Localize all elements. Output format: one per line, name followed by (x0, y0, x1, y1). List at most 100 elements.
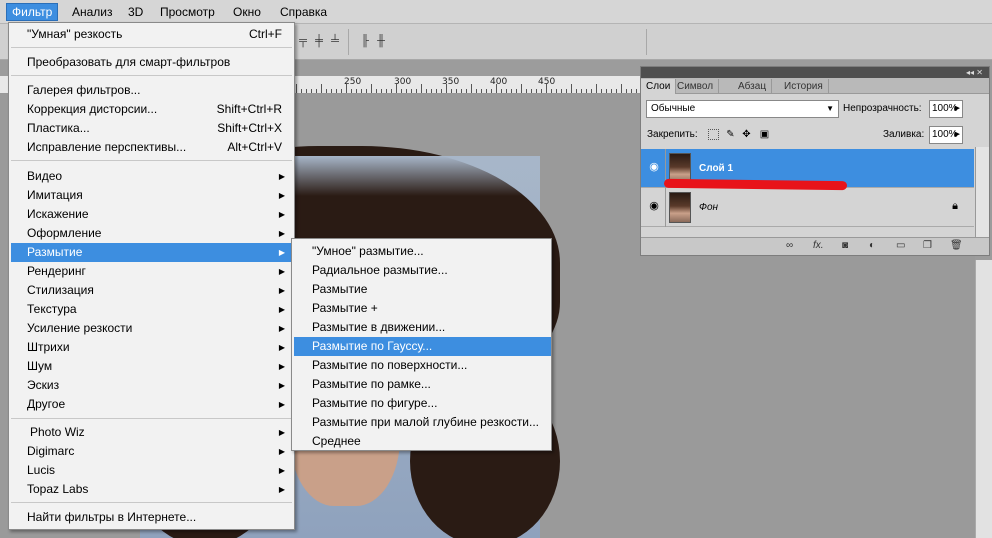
menu-item-convert-smart[interactable]: Преобразовать для смарт-фильтров (11, 53, 292, 72)
menu-item-vanishing-point[interactable]: Исправление перспективы... Alt+Ctrl+V (11, 138, 292, 157)
menu-item-noise[interactable]: Шум ▶ (11, 357, 292, 376)
menu-item-pixelate[interactable]: Оформление ▶ (11, 224, 292, 243)
ruler-tick (631, 89, 632, 93)
menu-item-lens-correction[interactable]: Коррекция дисторсии... Shift+Ctrl+R (11, 100, 292, 119)
menu-item-brush-strokes[interactable]: Штрихи ▶ (11, 338, 292, 357)
collapse-icon[interactable]: ◂◂ ✕ (966, 68, 983, 77)
menu-item-box-blur[interactable]: Размытие по рамке... (294, 375, 551, 394)
new-layer-icon[interactable]: ❐ (923, 240, 932, 251)
menu-item-stylize[interactable]: Стилизация ▶ (11, 281, 292, 300)
panel-collapse-bar[interactable]: ◂◂ ✕ (641, 67, 989, 78)
ruler-tick (471, 84, 472, 93)
menu-item-photo-wiz[interactable]: Photo Wiz ▶ (11, 423, 292, 442)
lock-all-icon[interactable]: ▣ (759, 129, 770, 140)
ruler-tick (336, 89, 337, 93)
fx-icon[interactable]: fx. (813, 240, 824, 251)
menu-item-surface-blur[interactable]: Размытие по поверхности... (294, 356, 551, 375)
menu-item-label: Digimarc (27, 444, 75, 458)
menu-item-digimarc[interactable]: Digimarc ▶ (11, 442, 292, 461)
shortcut: Shift+Ctrl+X (217, 121, 282, 135)
tab-history[interactable]: История (779, 79, 829, 94)
blur-submenu: "Умное" размытие... Радиальное размытие.… (291, 238, 552, 451)
layer-row-background[interactable]: ◉ Фон 🔒︎ (641, 188, 974, 227)
ruler-tick (366, 89, 367, 93)
menu-item-texture[interactable]: Текстура ▶ (11, 300, 292, 319)
tab-paragraph[interactable]: Абзац (733, 79, 773, 94)
menu-item-artistic[interactable]: Имитация ▶ (11, 186, 292, 205)
ruler-tick (381, 89, 382, 93)
menu-3d[interactable]: 3D (123, 3, 148, 21)
menu-item-label: Lucis (27, 463, 56, 477)
align-left-icon[interactable]: ╟ (358, 34, 372, 48)
menu-separator (11, 160, 292, 161)
menu-item-average[interactable]: Среднее (294, 432, 551, 451)
submenu-arrow-icon: ▶ (278, 428, 285, 437)
menu-item-smart-sharpen[interactable]: "Умная" резкость Ctrl+F (11, 25, 292, 44)
menu-item-gaussian-blur[interactable]: Размытие по Гауссу... (294, 337, 551, 356)
shortcut: Ctrl+F (249, 27, 282, 41)
ruler-tick (426, 89, 427, 93)
menu-item-radial-blur[interactable]: Радиальное размытие... (294, 261, 551, 280)
opacity-input[interactable]: 100% ▶ (929, 100, 963, 118)
menu-item-video[interactable]: Видео ▶ (11, 167, 292, 186)
fill-input[interactable]: 100% ▶ (929, 126, 963, 144)
menu-item-blur[interactable]: Размытие (294, 280, 551, 299)
adjustment-icon[interactable]: ◐ (869, 240, 875, 251)
fill-label: Заливка: (883, 129, 925, 140)
submenu-arrow-icon: ▶ (278, 210, 285, 219)
tab-character[interactable]: Символ (672, 79, 720, 94)
align-center-icon[interactable]: ╫ (374, 34, 388, 48)
menu-item-other[interactable]: Другое ▶ (11, 395, 292, 414)
chevron-right-icon[interactable]: ▶ (955, 127, 960, 143)
menu-item-label: Видео (27, 169, 63, 183)
menu-analysis[interactable]: Анализ (67, 3, 118, 21)
submenu-arrow-icon: ▶ (278, 343, 285, 352)
menu-window[interactable]: Окно (228, 3, 266, 21)
submenu-arrow-icon: ▶ (278, 305, 285, 314)
menu-item-blur-more[interactable]: Размытие + (294, 299, 551, 318)
menu-item-motion-blur[interactable]: Размытие в движении... (294, 318, 551, 337)
align-bottom-icon[interactable]: ╧ (328, 34, 342, 48)
lock-brush-icon[interactable]: ✎ (725, 129, 736, 140)
menu-item-render[interactable]: Рендеринг ▶ (11, 262, 292, 281)
menu-item-label: Topaz Labs (27, 482, 89, 496)
lock-transparent-icon[interactable] (708, 129, 719, 140)
menu-item-topaz-labs[interactable]: Topaz Labs ▶ (11, 480, 292, 499)
eye-icon[interactable]: ◉ (644, 196, 664, 216)
menu-item-smart-blur[interactable]: "Умное" размытие... (294, 242, 551, 261)
menu-item-lucis[interactable]: Lucis ▶ (11, 461, 292, 480)
menu-item-label: Штрихи (27, 340, 70, 354)
menu-item-liquify[interactable]: Пластика... Shift+Ctrl+X (11, 119, 292, 138)
ruler-tick (576, 89, 577, 93)
menu-view[interactable]: Просмотр (155, 3, 220, 21)
lock-move-icon[interactable]: ✥ (741, 129, 752, 140)
mask-icon[interactable]: ◙ (842, 240, 848, 251)
eye-icon[interactable]: ◉ (644, 157, 664, 177)
menu-item-label: Другое (27, 397, 66, 411)
link-layers-icon[interactable]: ∞ (786, 240, 793, 251)
group-icon[interactable]: ▭ (896, 240, 905, 251)
blend-mode-select[interactable]: Обычные ▼ (646, 100, 839, 118)
ruler-tick (361, 89, 362, 93)
align-top-icon[interactable]: ╤ (296, 34, 310, 48)
menu-item-shape-blur[interactable]: Размытие по фигуре... (294, 394, 551, 413)
menu-help[interactable]: Справка (275, 3, 332, 21)
menu-item-sharpen[interactable]: Усиление резкости ▶ (11, 319, 292, 338)
chevron-right-icon[interactable]: ▶ (955, 101, 960, 117)
trash-icon[interactable]: 🗑︎ (950, 240, 963, 251)
align-middle-icon[interactable]: ╪ (312, 34, 326, 48)
menu-item-blur[interactable]: Размытие ▶ (11, 243, 292, 262)
ruler-tick (526, 89, 527, 93)
menu-item-distort[interactable]: Искажение ▶ (11, 205, 292, 224)
layers-scrollbar[interactable] (975, 147, 989, 238)
menu-filter[interactable]: Фильтр (6, 3, 59, 21)
ruler-tick (386, 89, 387, 93)
menu-item-label: Пластика... (27, 121, 90, 135)
layer-name: Фон (699, 202, 719, 213)
menu-item-filter-gallery[interactable]: Галерея фильтров... (11, 81, 292, 100)
menu-item-browse-online[interactable]: Найти фильтры в Интернете... (11, 508, 292, 527)
menu-item-lens-blur[interactable]: Размытие при малой глубине резкости... (294, 413, 551, 432)
canvas-scrollbar[interactable] (975, 260, 992, 538)
menu-item-sketch[interactable]: Эскиз ▶ (11, 376, 292, 395)
ruler-tick (466, 89, 467, 93)
